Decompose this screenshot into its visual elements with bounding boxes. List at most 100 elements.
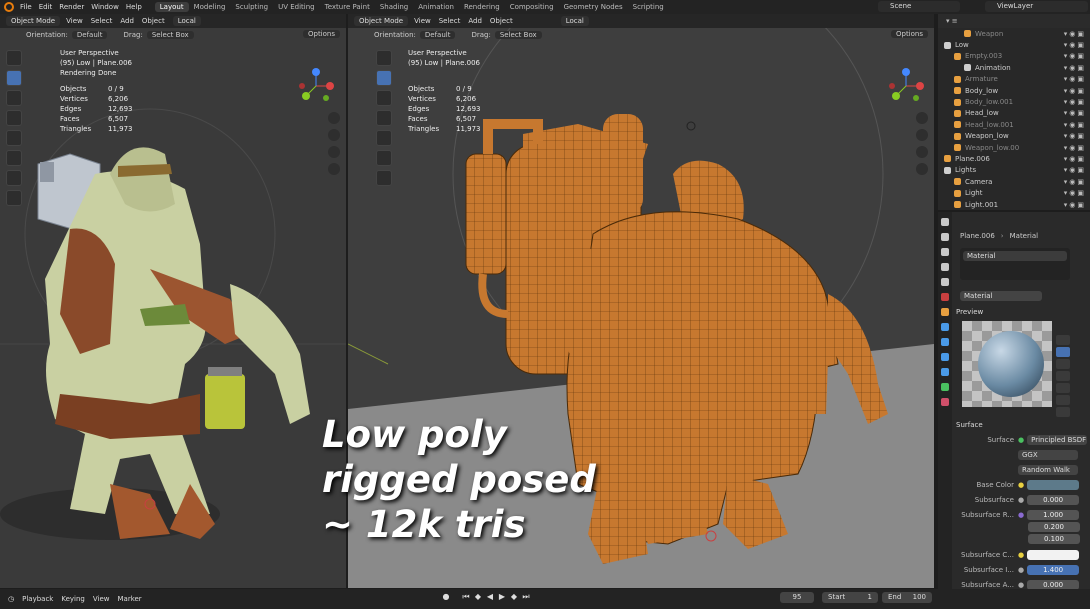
subsurface-radius-y[interactable]: 0.200 xyxy=(1028,522,1080,532)
mode-dropdown[interactable]: Object Mode xyxy=(354,16,409,26)
object-menu[interactable]: Object xyxy=(490,17,513,25)
outliner-item[interactable]: Animation ▾◉▣ xyxy=(938,62,1090,73)
visibility-toggle-icon[interactable]: ▾◉▣ xyxy=(1064,98,1086,106)
rotate-tool-icon[interactable] xyxy=(6,110,22,126)
measure-tool-icon[interactable] xyxy=(376,170,392,186)
tab-layout[interactable]: Layout xyxy=(154,2,189,12)
subsurface-field[interactable]: 0.000 xyxy=(1027,495,1080,505)
preview-sphere-icon[interactable] xyxy=(1056,347,1070,357)
subsurface-method-dropdown[interactable]: Random Walk xyxy=(1018,465,1078,475)
visibility-toggle-icon[interactable]: ▾◉▣ xyxy=(1064,41,1086,49)
orientation-dropdown[interactable]: Default xyxy=(71,31,108,39)
outliner-filter-icon[interactable]: ▾ ≡ xyxy=(946,17,958,25)
material-tab-icon[interactable] xyxy=(941,398,949,406)
outliner-item[interactable]: Light ▾◉▣ xyxy=(938,187,1090,198)
tab-scripting[interactable]: Scripting xyxy=(628,2,669,12)
surface-shader-field[interactable]: Principled BSDF xyxy=(1027,435,1088,445)
visibility-toggle-icon[interactable]: ▾◉▣ xyxy=(1064,201,1086,209)
view-menu[interactable]: View xyxy=(93,595,110,603)
play-reverse-icon[interactable]: ◀ xyxy=(484,592,496,602)
mode-dropdown[interactable]: Object Mode xyxy=(6,16,61,26)
blender-logo-icon[interactable] xyxy=(4,2,14,12)
tab-uv-editing[interactable]: UV Editing xyxy=(273,2,320,12)
preview-world-icon[interactable] xyxy=(1056,407,1070,417)
outliner-item[interactable]: Lights ▾◉▣ xyxy=(938,165,1090,176)
outliner-item[interactable]: Plane.006 ▾◉▣ xyxy=(938,153,1090,164)
world-tab-icon[interactable] xyxy=(941,293,949,301)
select-menu[interactable]: Select xyxy=(91,17,113,25)
outliner-item[interactable]: Body_low.001 ▾◉▣ xyxy=(938,96,1090,107)
record-icon[interactable]: ● xyxy=(440,592,452,602)
drag-dropdown[interactable]: Select Box xyxy=(494,31,542,39)
view-menu[interactable]: View xyxy=(66,17,83,25)
outliner-item[interactable]: Empty.003 ▾◉▣ xyxy=(938,51,1090,62)
visibility-toggle-icon[interactable]: ▾◉▣ xyxy=(1064,75,1086,83)
visibility-toggle-icon[interactable]: ▾◉▣ xyxy=(1064,52,1086,60)
menu-render[interactable]: Render xyxy=(59,3,84,11)
view-menu[interactable]: View xyxy=(414,17,431,25)
preview-cube-icon[interactable] xyxy=(1056,359,1070,369)
options-dropdown[interactable]: Options xyxy=(302,30,340,38)
menu-window[interactable]: Window xyxy=(91,3,119,11)
render-tab-icon[interactable] xyxy=(941,233,949,241)
select-box-tool-icon[interactable] xyxy=(376,50,392,66)
zoom-icon[interactable] xyxy=(328,112,340,124)
output-tab-icon[interactable] xyxy=(941,248,949,256)
cursor-tool-icon[interactable] xyxy=(376,70,392,86)
subsurface-radius-z[interactable]: 0.100 xyxy=(1028,534,1080,544)
prev-keyframe-icon[interactable]: ◆ xyxy=(472,592,484,602)
pan-hand-icon[interactable] xyxy=(328,129,340,141)
outliner-item[interactable]: Camera ▾◉▣ xyxy=(938,176,1090,187)
next-keyframe-icon[interactable]: ◆ xyxy=(508,592,520,602)
scale-tool-icon[interactable] xyxy=(376,130,392,146)
jump-start-icon[interactable]: ⏮ xyxy=(460,592,472,602)
annotate-tool-icon[interactable] xyxy=(6,170,22,186)
transform-tool-icon[interactable] xyxy=(6,150,22,166)
outliner-item[interactable]: Low ▾◉▣ xyxy=(938,39,1090,50)
add-menu[interactable]: Add xyxy=(120,17,134,25)
select-box-tool-icon[interactable] xyxy=(6,50,22,66)
menu-edit[interactable]: Edit xyxy=(39,3,53,11)
visibility-toggle-icon[interactable]: ▾◉▣ xyxy=(1064,121,1086,129)
camera-view-icon[interactable] xyxy=(328,146,340,158)
preview-monkey-icon[interactable] xyxy=(1056,371,1070,381)
select-menu[interactable]: Select xyxy=(439,17,461,25)
zoom-icon[interactable] xyxy=(916,112,928,124)
visibility-toggle-icon[interactable]: ▾◉▣ xyxy=(1064,155,1086,163)
jump-end-icon[interactable]: ⏭ xyxy=(520,592,532,602)
preview-section[interactable]: Preview xyxy=(956,306,1090,318)
tab-modeling[interactable]: Modeling xyxy=(189,2,231,12)
preview-flat-icon[interactable] xyxy=(1056,335,1070,345)
physics-tab-icon[interactable] xyxy=(941,353,949,361)
play-icon[interactable]: ▶ xyxy=(496,592,508,602)
marker-menu[interactable]: Marker xyxy=(117,595,141,603)
tab-shading[interactable]: Shading xyxy=(375,2,413,12)
material-slot-list[interactable]: Material xyxy=(960,248,1070,280)
subsurface-color-swatch[interactable] xyxy=(1027,550,1080,560)
view-layer-selector[interactable]: ViewLayer xyxy=(985,1,1088,12)
navigation-gizmo-icon[interactable] xyxy=(886,64,926,104)
tab-animation[interactable]: Animation xyxy=(413,2,459,12)
preview-hair-icon[interactable] xyxy=(1056,383,1070,393)
camera-view-icon[interactable] xyxy=(916,146,928,158)
move-tool-icon[interactable] xyxy=(376,90,392,106)
viewport-left[interactable]: Object Mode View Select Add Object Local… xyxy=(0,14,346,588)
outliner-item[interactable]: Weapon_low.00 ▾◉▣ xyxy=(938,142,1090,153)
scene-selector[interactable]: Scene xyxy=(878,1,960,12)
data-tab-icon[interactable] xyxy=(941,383,949,391)
particles-tab-icon[interactable] xyxy=(941,338,949,346)
outliner-item[interactable]: Head_low.001 ▾◉▣ xyxy=(938,119,1090,130)
grid-icon[interactable] xyxy=(916,163,928,175)
timeline-editor-icon[interactable]: ◷ xyxy=(8,595,14,603)
tab-rendering[interactable]: Rendering xyxy=(459,2,505,12)
pan-hand-icon[interactable] xyxy=(916,129,928,141)
outliner-item[interactable]: Head_low ▾◉▣ xyxy=(938,108,1090,119)
start-frame-field[interactable]: Start 1 xyxy=(822,592,878,603)
distribution-dropdown[interactable]: GGX xyxy=(1018,450,1078,460)
drag-dropdown[interactable]: Select Box xyxy=(146,31,194,39)
menu-file[interactable]: File xyxy=(20,3,32,11)
tab-geometry-nodes[interactable]: Geometry Nodes xyxy=(559,2,628,12)
measure-tool-icon[interactable] xyxy=(6,190,22,206)
scene-tab-icon[interactable] xyxy=(941,278,949,286)
add-menu[interactable]: Add xyxy=(468,17,482,25)
